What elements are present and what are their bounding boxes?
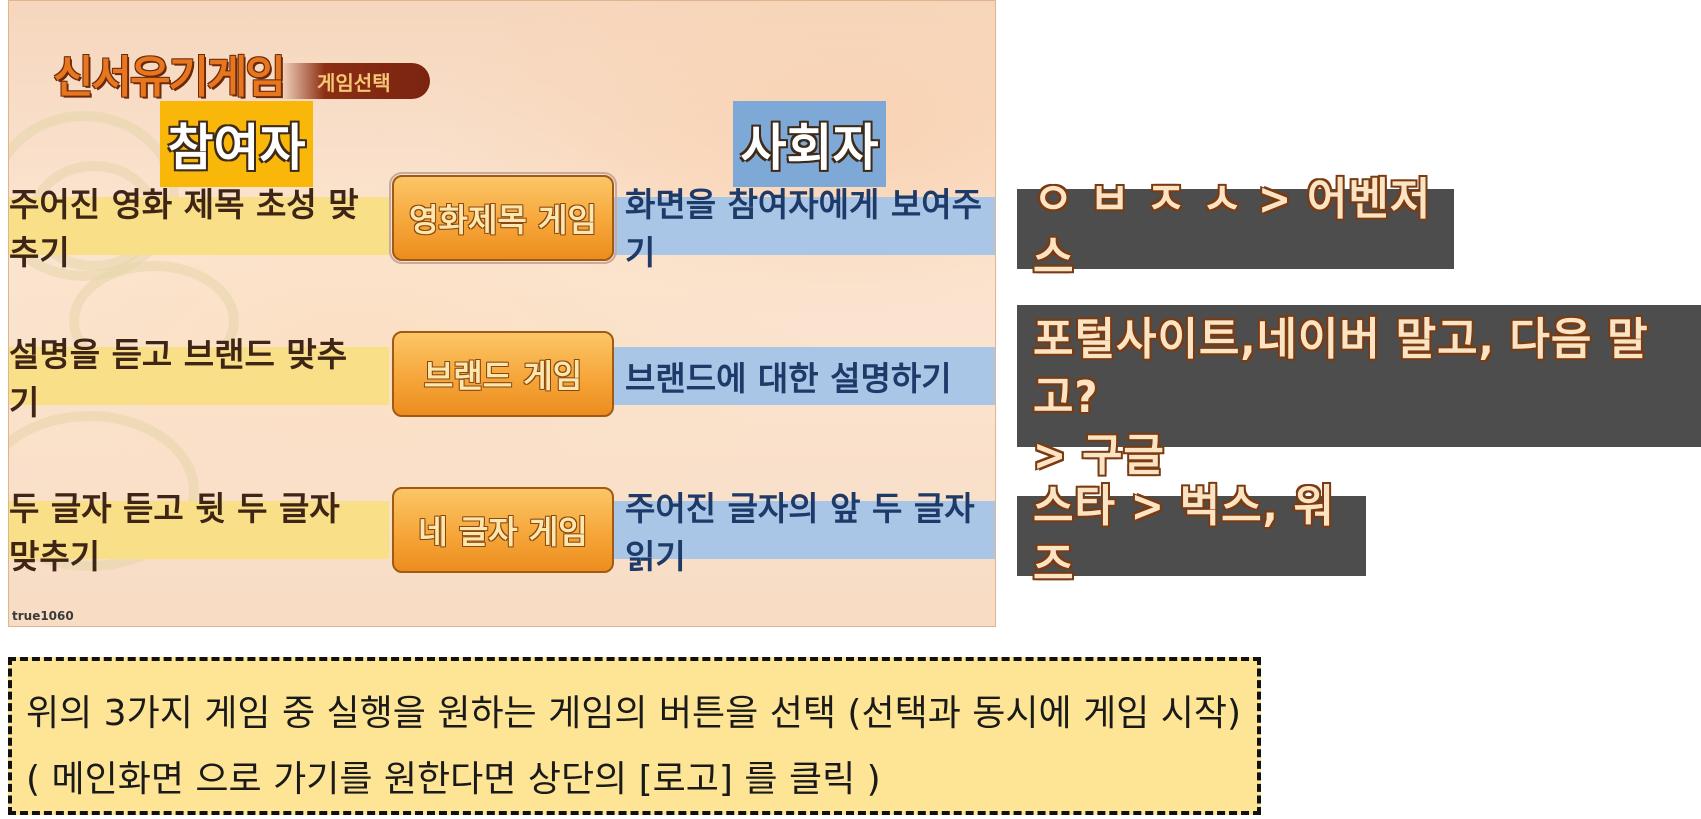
- answer-box-four-letter: 스타 > 벅스, 워즈: [1017, 481, 1366, 590]
- host-header: 사회자: [733, 101, 886, 187]
- logo-title: 신서유기게임: [53, 52, 286, 103]
- participant-task: 설명을 듣고 브랜드 맞추기: [9, 335, 389, 422]
- instruction-line: ( 메인화면 으로 가기를 원한다면 상단의 [로고] 를 클릭 ): [26, 759, 881, 800]
- movie-title-game-button[interactable]: 영화제목 게임: [389, 172, 617, 264]
- brand-game-button[interactable]: 브랜드 게임: [392, 331, 614, 417]
- game-select-panel: 신서유기게임 게임선택 참여자 사회자 주어진 영화 제목 초성 맞추기 화면을…: [8, 0, 996, 627]
- instruction-box: 위의 3가지 게임 중 실행을 원하는 게임의 버튼을 선택 (선택과 동시에 …: [8, 657, 1261, 815]
- participant-task: 주어진 영화 제목 초성 맞추기: [9, 185, 389, 272]
- instruction-line: 위의 3가지 게임 중 실행을 원하는 게임의 버튼을 선택 (선택과 동시에 …: [26, 693, 1242, 734]
- logo-subtitle: 게임선택: [317, 71, 391, 95]
- answer-box-movie: ㅇ ㅂ ㅈ ㅅ > 어벤저스: [1017, 174, 1454, 283]
- logo-button[interactable]: 신서유기게임 게임선택: [45, 41, 445, 103]
- four-letter-game-button[interactable]: 네 글자 게임: [392, 487, 614, 573]
- watermark: true1060: [12, 609, 74, 623]
- answer-box-brand: 포털사이트,네이버 말고, 다음 말고? > 구글: [1017, 305, 1701, 481]
- participant-task: 두 글자 듣고 뒷 두 글자 맞추기: [9, 489, 389, 576]
- participant-header: 참여자: [160, 101, 313, 187]
- host-task: 브랜드에 대한 설명하기: [611, 347, 995, 405]
- host-task: 화면을 참여자에게 보여주기: [611, 185, 995, 272]
- host-task: 주어진 글자의 앞 두 글자 읽기: [611, 489, 995, 576]
